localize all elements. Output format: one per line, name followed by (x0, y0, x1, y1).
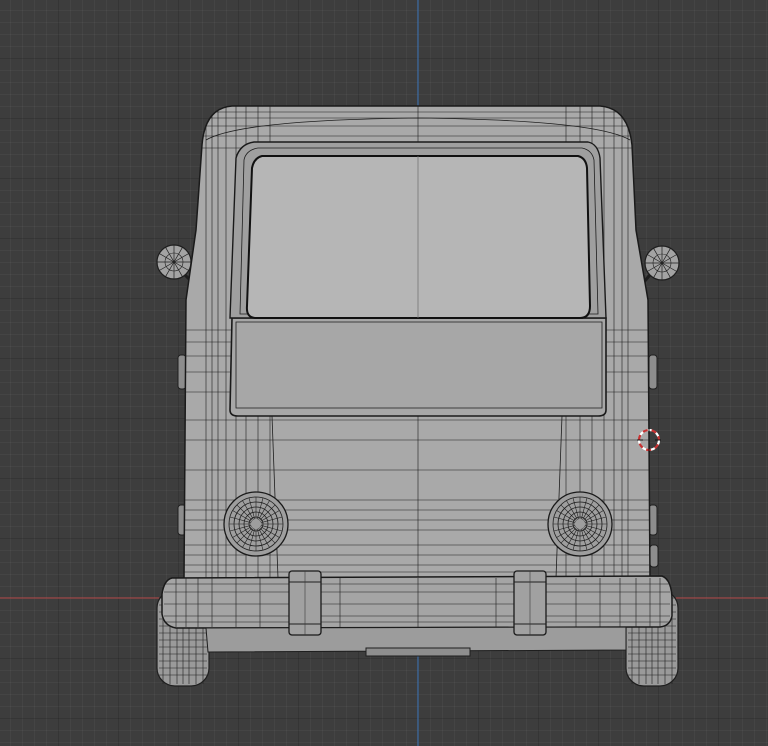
mirror-left[interactable] (156, 244, 194, 284)
3d-viewport[interactable] (0, 0, 768, 746)
tail-light-left[interactable] (223, 491, 289, 557)
mirror-right[interactable] (642, 245, 680, 283)
rear-window[interactable] (245, 155, 592, 319)
viewport-scene[interactable] (0, 0, 768, 746)
bumper-guard-right[interactable] (513, 570, 547, 636)
rear-bumper[interactable] (161, 575, 673, 657)
tail-light-right[interactable] (547, 491, 613, 557)
bumper-guard-left[interactable] (288, 570, 322, 636)
rear-door-panel[interactable] (229, 317, 607, 417)
